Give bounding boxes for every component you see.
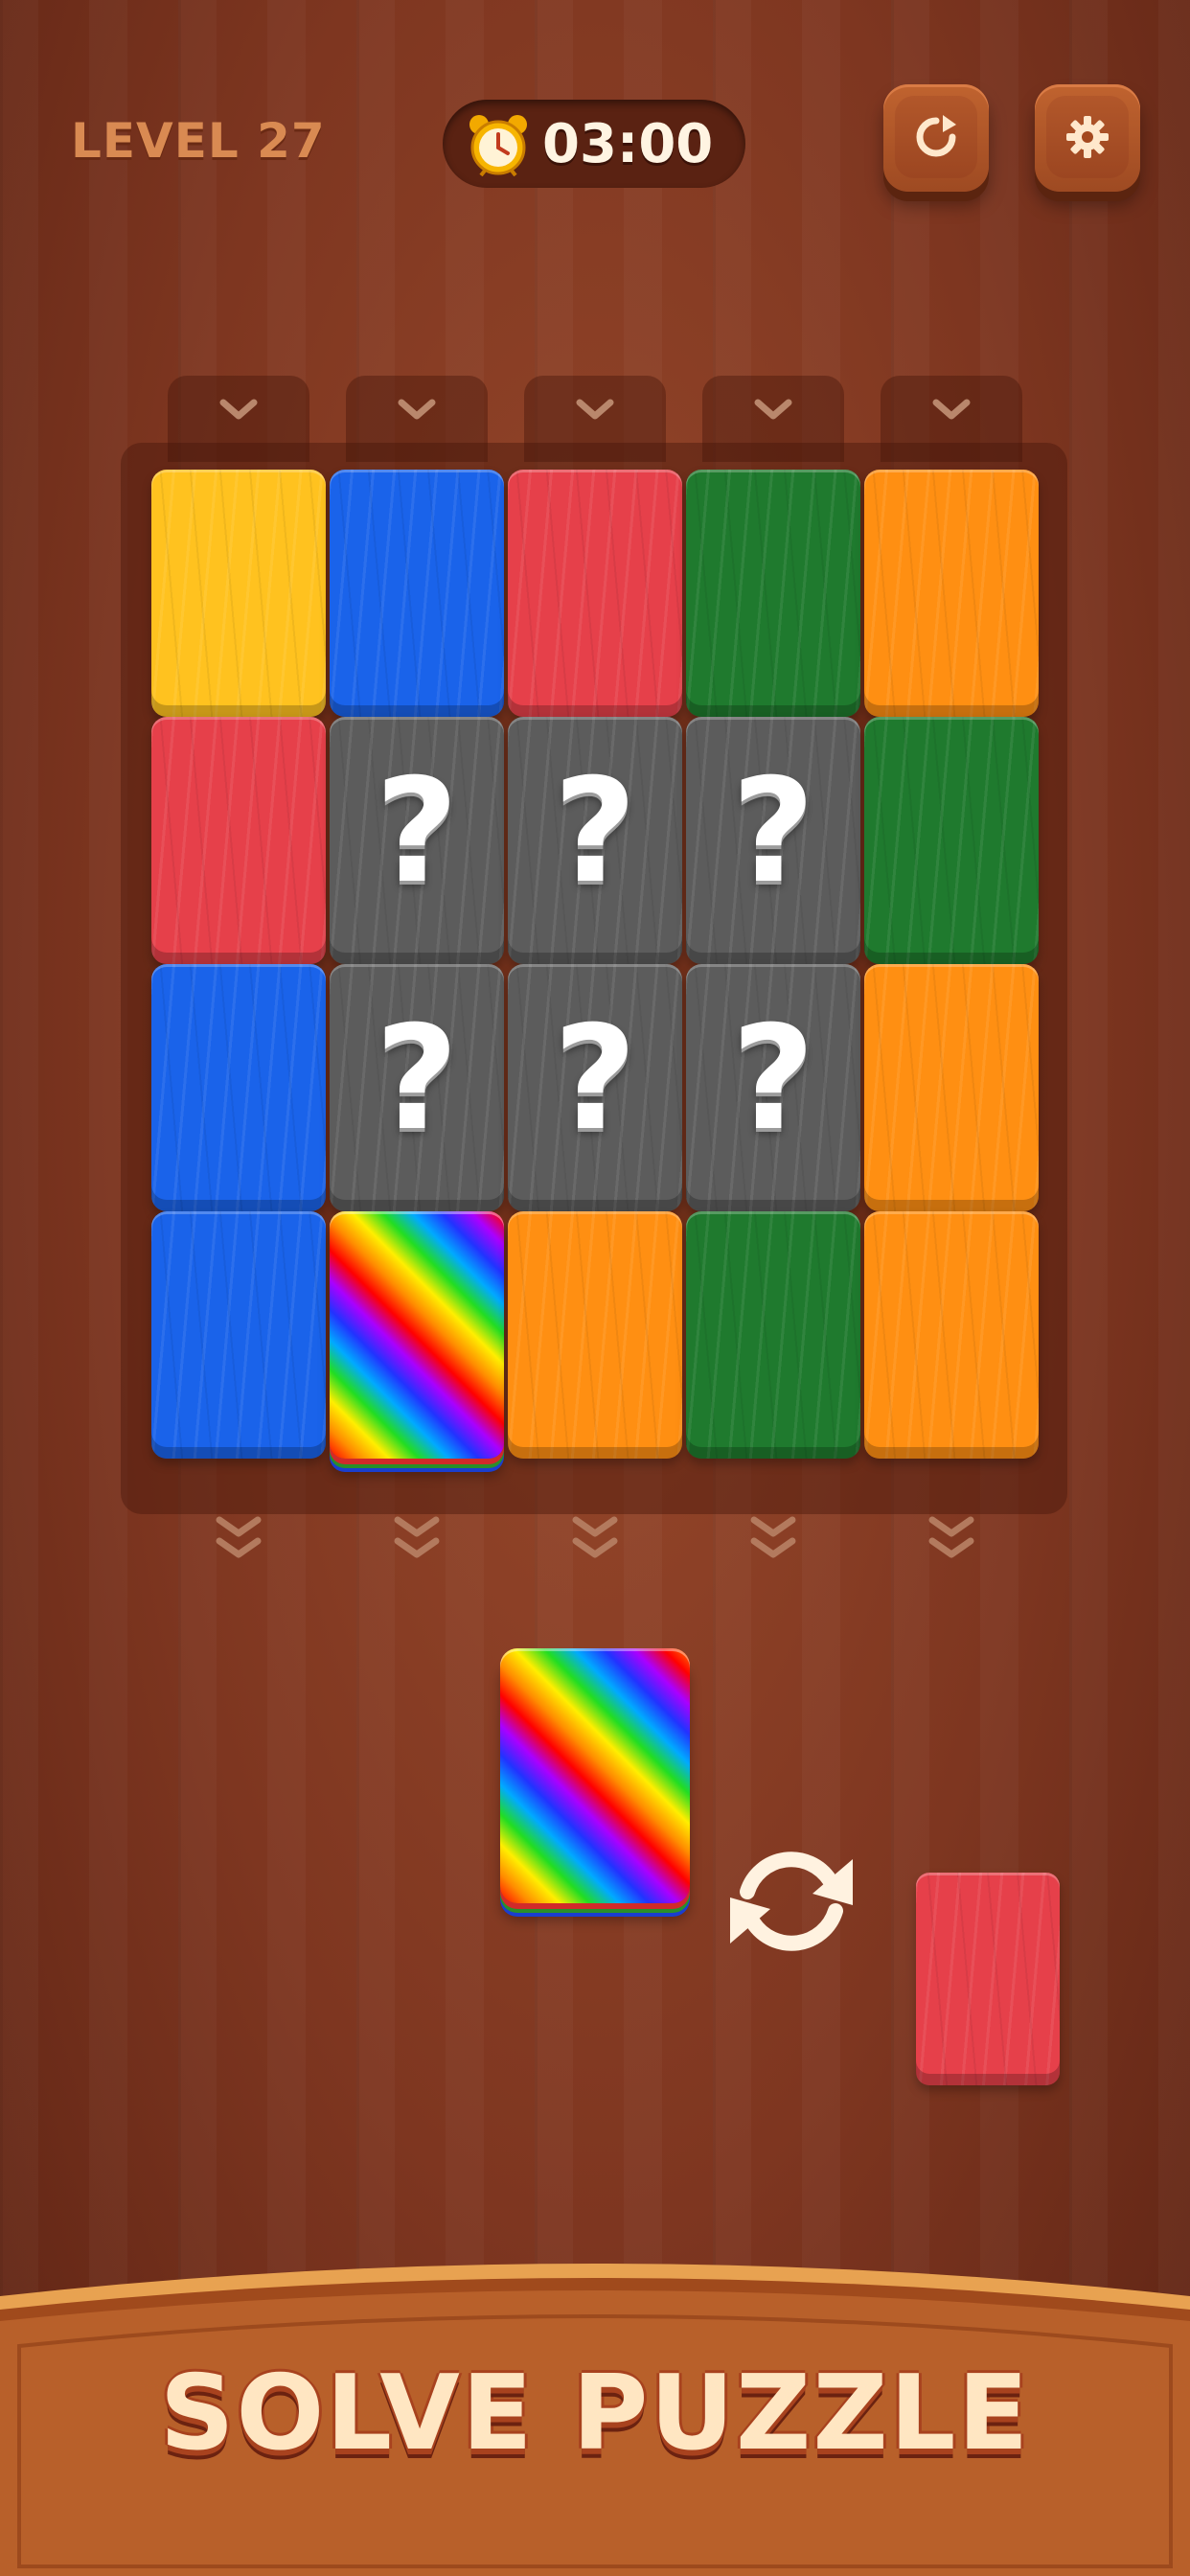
blue-tile[interactable] bbox=[330, 470, 504, 717]
double-chevron-down-icon bbox=[394, 1516, 440, 1558]
green-tile[interactable] bbox=[864, 717, 1039, 964]
question-mark-icon: ? bbox=[553, 748, 637, 915]
mystery-tile[interactable]: ? bbox=[508, 717, 682, 964]
red-tile[interactable] bbox=[151, 717, 326, 964]
question-mark-icon: ? bbox=[731, 748, 815, 915]
chevron-down-icon bbox=[398, 399, 436, 420]
gear-icon bbox=[1066, 116, 1109, 158]
chevron-down-icon bbox=[576, 399, 614, 420]
question-mark-icon: ? bbox=[731, 996, 815, 1162]
next-tile bbox=[916, 1873, 1060, 2085]
double-chevron-down-icon bbox=[928, 1516, 974, 1558]
question-mark-icon: ? bbox=[375, 748, 459, 915]
footer-banner: SOLVE PUZZLE bbox=[0, 2241, 1190, 2576]
green-tile[interactable] bbox=[686, 1211, 860, 1459]
swap-arrows-icon[interactable] bbox=[709, 1830, 874, 1972]
restart-button[interactable] bbox=[883, 84, 989, 192]
mystery-tile[interactable]: ? bbox=[330, 964, 504, 1211]
mystery-tile[interactable]: ? bbox=[686, 717, 860, 964]
footer-title: SOLVE PUZZLE bbox=[159, 2354, 1031, 2473]
alarm-clock-icon bbox=[469, 115, 527, 176]
rainbow-tile[interactable] bbox=[330, 1211, 504, 1459]
double-chevron-down-icon bbox=[750, 1516, 796, 1558]
orange-tile[interactable] bbox=[864, 470, 1039, 717]
settings-button[interactable] bbox=[1035, 84, 1140, 192]
mystery-tile[interactable]: ? bbox=[330, 717, 504, 964]
chevron-down-icon bbox=[932, 399, 971, 420]
top-bar: LEVEL 27 03:00 bbox=[0, 0, 1190, 288]
mystery-tile[interactable]: ? bbox=[508, 964, 682, 1211]
level-label: LEVEL 27 bbox=[71, 113, 326, 169]
chevron-down-icon bbox=[219, 399, 258, 420]
orange-tile[interactable] bbox=[864, 1211, 1039, 1459]
double-chevron-down-icon bbox=[216, 1516, 262, 1558]
chevron-down-icon bbox=[754, 399, 792, 420]
timer-value: 03:00 bbox=[542, 113, 714, 175]
blue-tile[interactable] bbox=[151, 1211, 326, 1459]
mystery-tile[interactable]: ? bbox=[686, 964, 860, 1211]
green-tile[interactable] bbox=[686, 470, 860, 717]
red-tile[interactable] bbox=[508, 470, 682, 717]
blue-tile[interactable] bbox=[151, 964, 326, 1211]
question-mark-icon: ? bbox=[375, 996, 459, 1162]
question-mark-icon: ? bbox=[553, 996, 637, 1162]
restart-icon bbox=[916, 115, 956, 157]
yellow-tile[interactable] bbox=[151, 470, 326, 717]
double-chevron-down-icon bbox=[572, 1516, 618, 1558]
timer-pill: 03:00 bbox=[443, 100, 745, 188]
current-tile[interactable] bbox=[500, 1648, 690, 1903]
orange-tile[interactable] bbox=[864, 964, 1039, 1211]
orange-tile[interactable] bbox=[508, 1211, 682, 1459]
